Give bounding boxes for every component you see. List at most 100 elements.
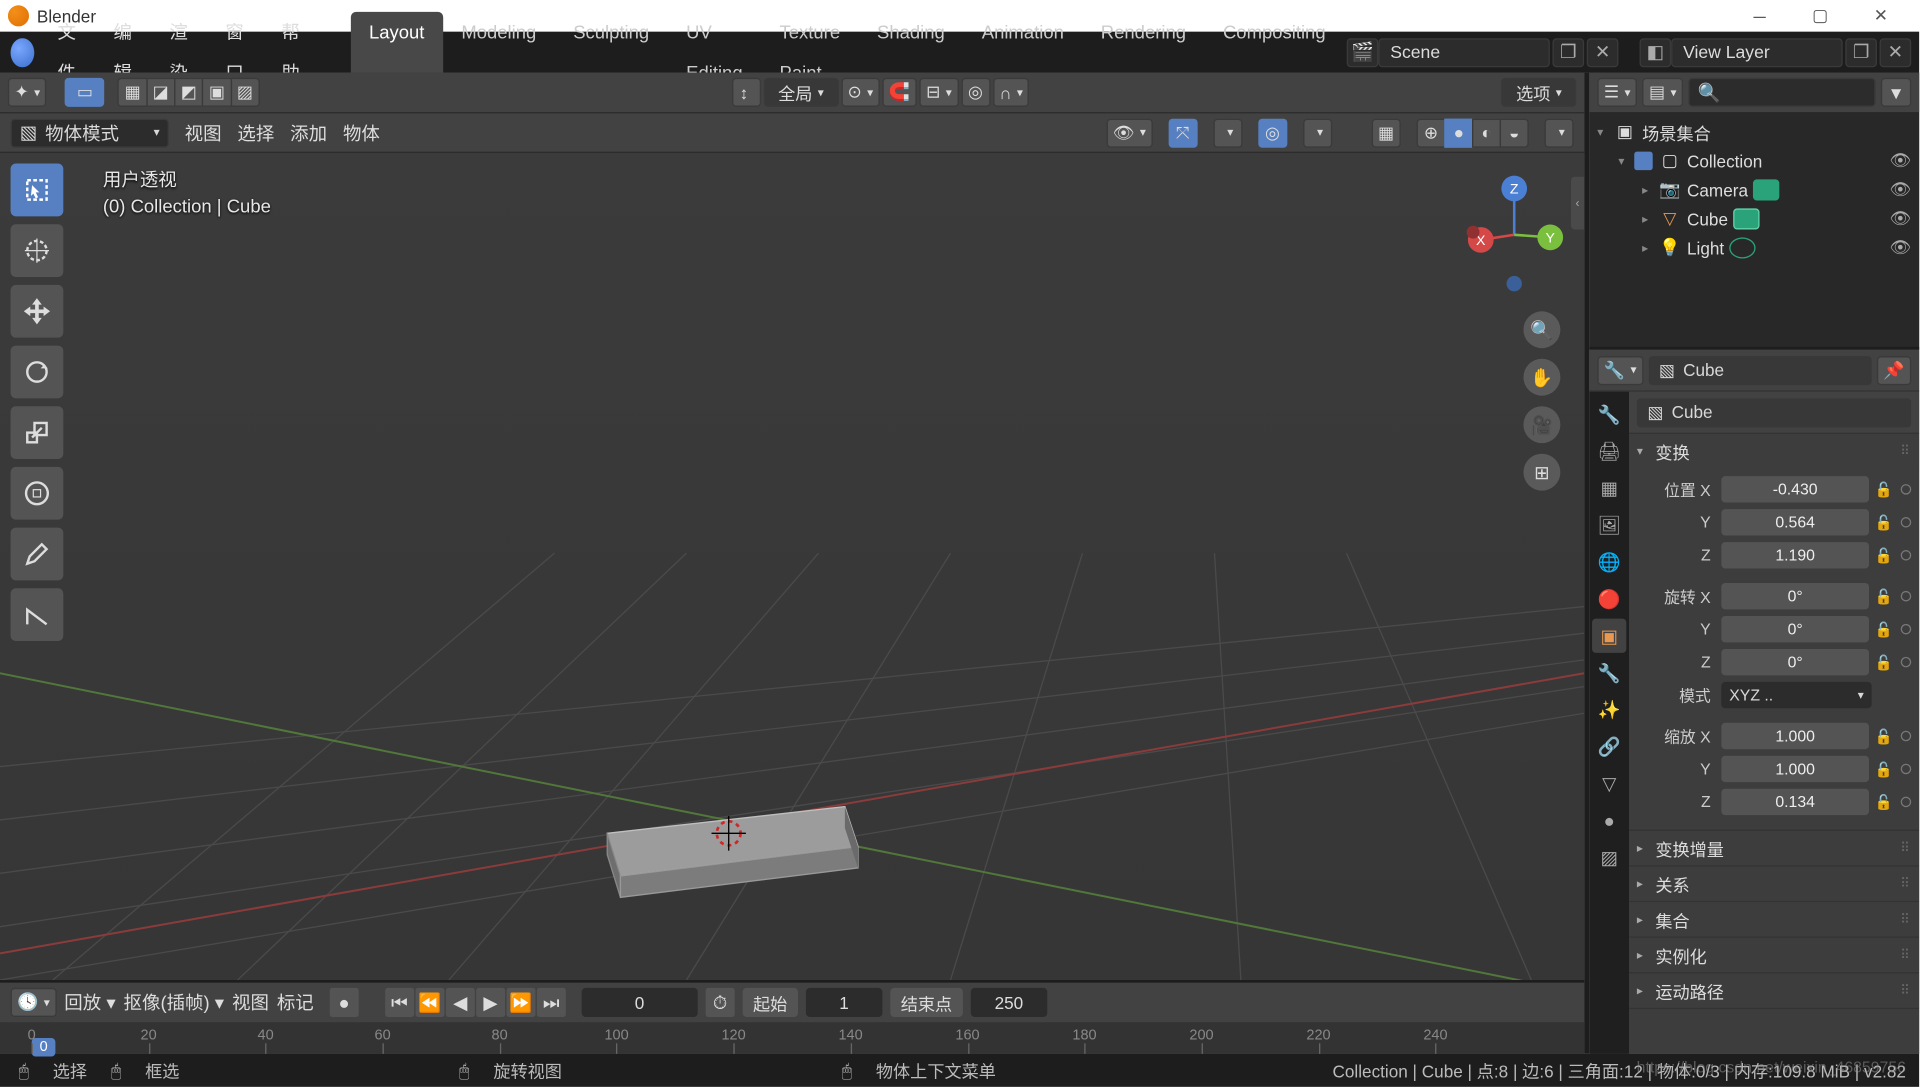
outliner-filter[interactable]: ▼ <box>1881 78 1911 107</box>
keyframe-dot[interactable] <box>1901 591 1912 602</box>
proportional-toggle[interactable]: ◎ <box>961 78 990 107</box>
menu-view[interactable]: 视图 <box>185 119 222 145</box>
minimize-button[interactable]: ─ <box>1729 0 1790 32</box>
tool-scale[interactable] <box>11 406 64 459</box>
outliner-editor-type[interactable]: ☰▾ <box>1597 78 1637 107</box>
tool-measure[interactable] <box>11 588 64 641</box>
outliner-collection[interactable]: ▾▢Collection 👁 <box>1589 146 1919 175</box>
select-subtract[interactable]: ◩ <box>174 78 203 107</box>
nav-gizmo[interactable]: Z X Y <box>1463 169 1566 301</box>
rotation-y-field[interactable]: 0° <box>1721 616 1869 642</box>
visibility-toggle-icon[interactable]: 👁 <box>1889 179 1911 200</box>
tab-viewlayer-icon[interactable]: ▦ <box>1592 471 1626 505</box>
lock-icon[interactable]: 🔓 <box>1872 583 1896 609</box>
keyframe-dot[interactable] <box>1901 657 1912 668</box>
tool-transform[interactable] <box>11 467 64 520</box>
maximize-button[interactable]: ▢ <box>1790 0 1851 32</box>
properties-editor-type[interactable]: 🔧▾ <box>1597 355 1643 384</box>
select-mode-tweak[interactable]: ▭ <box>65 78 105 107</box>
viewlayer-input[interactable] <box>1671 38 1842 67</box>
keyframe-dot[interactable] <box>1901 797 1912 808</box>
mode-selector[interactable]: ▧物体模式▾ <box>11 118 169 147</box>
jump-next-key-button[interactable]: ⏩ <box>506 988 535 1017</box>
tool-move[interactable] <box>11 285 64 338</box>
keyframe-dot[interactable] <box>1901 764 1912 775</box>
tab-material-icon[interactable]: ● <box>1592 803 1626 837</box>
play-button[interactable]: ▶ <box>476 988 505 1017</box>
3d-viewport[interactable]: 用户透视 (0) Collection | Cube Z X <box>0 153 1584 980</box>
outliner-item-cube[interactable]: ▸▽Cube 👁 <box>1589 204 1919 233</box>
tab-object-icon[interactable]: ▣ <box>1592 619 1626 653</box>
properties-breadcrumb[interactable]: ▧Cube <box>1648 355 1871 384</box>
timeline-ruler[interactable]: 0 020406080100120140160180200220240 <box>0 1022 1584 1054</box>
section-motion[interactable]: ▸运动路径⠿ <box>1629 973 1919 1007</box>
tab-modifiers-icon[interactable]: 🔧 <box>1592 656 1626 690</box>
section-transform[interactable]: ▾变换⠿ <box>1629 434 1919 468</box>
tab-particles-icon[interactable]: ✨ <box>1592 692 1626 726</box>
n-panel-toggle[interactable]: ‹ <box>1571 177 1584 230</box>
rotation-z-field[interactable]: 0° <box>1721 649 1869 675</box>
editor-type-button[interactable]: ✦▾ <box>8 78 47 107</box>
lock-icon[interactable]: 🔓 <box>1872 723 1896 749</box>
gizmo-dropdown[interactable]: ▾ <box>1213 118 1242 147</box>
shading-material[interactable]: ◐ <box>1472 118 1501 147</box>
snap-dropdown[interactable]: ⊟▾ <box>920 78 959 107</box>
keyframe-dot[interactable] <box>1901 550 1912 561</box>
jump-prev-key-button[interactable]: ⏪ <box>415 988 444 1017</box>
viewlayer-new-button[interactable]: ❐ <box>1845 38 1877 67</box>
scale-z-field[interactable]: 0.134 <box>1721 789 1869 815</box>
outliner-search[interactable]: 🔍 <box>1688 78 1875 107</box>
shading-wireframe[interactable]: ⊕ <box>1417 118 1446 147</box>
tab-output-icon[interactable]: 🖨 <box>1592 434 1626 468</box>
tab-world-icon[interactable]: 🌐 <box>1592 545 1626 579</box>
blender-icon[interactable] <box>11 38 34 67</box>
pan-button[interactable]: ✋ <box>1523 359 1560 396</box>
select-invert[interactable]: ▨ <box>230 78 259 107</box>
menu-object[interactable]: 物体 <box>343 119 380 145</box>
transform-orientation-button[interactable]: ↕ <box>732 78 761 107</box>
rotation-x-field[interactable]: 0° <box>1721 583 1869 609</box>
tab-scene-icon[interactable]: 🖼 <box>1592 508 1626 542</box>
shading-dropdown[interactable]: ▾ <box>1545 118 1574 147</box>
timeline-playback[interactable]: 回放 ▾ <box>64 989 115 1015</box>
keyframe-dot[interactable] <box>1901 624 1912 635</box>
select-extend[interactable]: ◪ <box>146 78 175 107</box>
scene-browse-button[interactable]: 🎬 <box>1347 38 1379 67</box>
section-relations[interactable]: ▸关系⠿ <box>1629 867 1919 901</box>
location-x-field[interactable]: -0.430 <box>1721 476 1869 502</box>
tool-select-box[interactable] <box>11 164 64 217</box>
lock-icon[interactable]: 🔓 <box>1872 756 1896 782</box>
lock-icon[interactable]: 🔓 <box>1872 509 1896 535</box>
tab-mesh-icon[interactable]: ▽ <box>1592 766 1626 800</box>
section-instancing[interactable]: ▸实例化⠿ <box>1629 938 1919 972</box>
outliner-item-light[interactable]: ▸💡Light 👁 <box>1589 233 1919 262</box>
play-reverse-button[interactable]: ◀ <box>446 988 475 1017</box>
tool-cursor[interactable] <box>11 224 64 277</box>
visibility-toggle-icon[interactable]: 👁 <box>1889 150 1911 171</box>
camera-view-button[interactable]: 🎥 <box>1523 406 1560 443</box>
auto-keyframe-button[interactable]: ● <box>330 988 359 1017</box>
proportional-dropdown[interactable]: ∩▾ <box>993 78 1030 107</box>
visibility-dropdown[interactable]: 👁▾ <box>1106 118 1152 147</box>
section-collections[interactable]: ▸集合⠿ <box>1629 902 1919 936</box>
location-y-field[interactable]: 0.564 <box>1721 509 1869 535</box>
jump-start-button[interactable]: ⏮ <box>385 988 414 1017</box>
select-intersect[interactable]: ▣ <box>202 78 231 107</box>
rotation-mode-dropdown[interactable]: XYZ ..▾ <box>1721 682 1871 708</box>
lock-icon[interactable]: 🔓 <box>1872 789 1896 815</box>
viewport-options-dropdown[interactable]: 选项▾ <box>1502 78 1577 107</box>
tab-render-icon[interactable]: 🔧 <box>1592 397 1626 431</box>
timeline-editor-type[interactable]: 🕓▾ <box>11 988 57 1017</box>
overlay-toggle[interactable]: ◎ <box>1258 118 1287 147</box>
tab-texture-icon[interactable]: ▨ <box>1592 840 1626 874</box>
outliner-item-camera[interactable]: ▸📷Camera 👁 <box>1589 175 1919 204</box>
scene-new-button[interactable]: ❐ <box>1552 38 1584 67</box>
jump-end-button[interactable]: ⏭ <box>537 988 566 1017</box>
lock-icon[interactable]: 🔓 <box>1872 542 1896 568</box>
tab-constraints-icon[interactable]: 🔗 <box>1592 729 1626 763</box>
overlay-dropdown[interactable]: ▾ <box>1303 118 1332 147</box>
gizmo-toggle[interactable]: ⤧ <box>1168 118 1197 147</box>
select-new[interactable]: ▦ <box>118 78 147 107</box>
lock-icon[interactable]: 🔓 <box>1872 649 1896 675</box>
tool-rotate[interactable] <box>11 346 64 399</box>
